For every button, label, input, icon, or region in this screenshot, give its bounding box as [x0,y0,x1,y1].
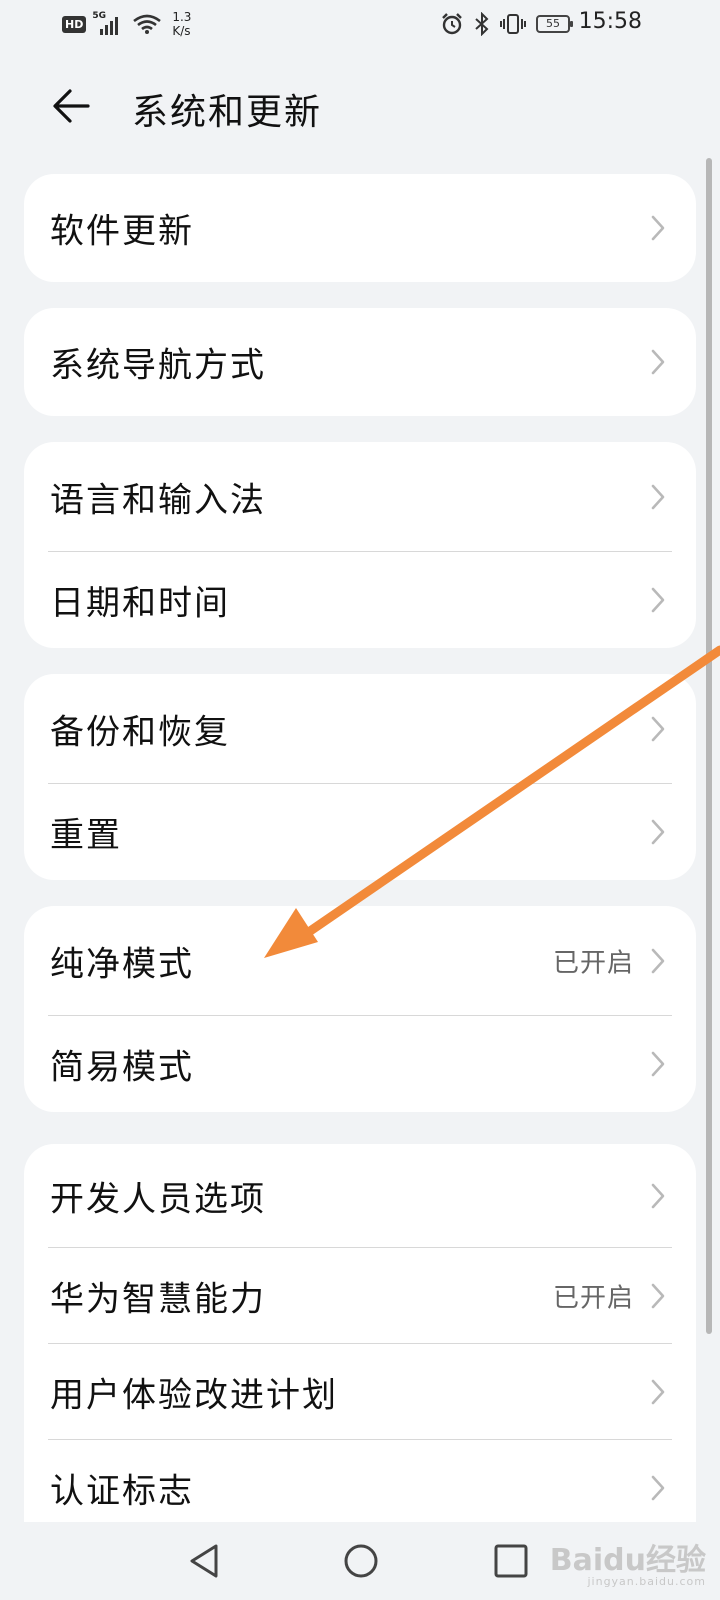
setting-row-simple-mode[interactable]: 简易模式 [24,1016,696,1112]
setting-label: 软件更新 [50,211,194,252]
chevron-right-icon [651,1051,665,1077]
alarm-icon [442,13,462,35]
setting-label: 纯净模式 [50,944,194,985]
chevron-right-icon [651,948,665,974]
scrollbar[interactable] [706,158,712,1334]
setting-label: 系统导航方式 [50,345,266,386]
nav-home-icon[interactable] [334,1534,388,1588]
setting-label: 华为智慧能力 [50,1279,266,1320]
signal-icon: 5G [92,11,126,35]
setting-row-system-navigation[interactable]: 系统导航方式 [24,308,696,416]
vibrate-icon [500,14,526,34]
chevron-right-icon [651,1475,665,1501]
watermark-brand: Baidu经验 [549,1543,706,1578]
settings-group-language-date: 语言和输入法 日期和时间 [24,442,696,648]
net-speed: 1.3 K/s [172,10,191,38]
system-nav-bar: Baidu经验 jingyan.baidu.com [0,1522,720,1600]
chevron-right-icon [651,215,665,241]
setting-row-pure-mode[interactable]: 纯净模式 已开启 [24,906,696,1016]
status-time: 15:58 [578,9,642,34]
setting-row-software-update[interactable]: 软件更新 [24,174,696,282]
chevron-right-icon [651,1183,665,1209]
setting-label: 开发人员选项 [50,1179,266,1220]
watermark-logo: Baidu经验 jingyan.baidu.com [550,1535,706,1588]
chevron-right-icon [651,1283,665,1309]
setting-label: 重置 [50,815,122,856]
settings-group-software: 软件更新 [24,174,696,282]
chevron-right-icon [651,349,665,375]
setting-row-date-time[interactable]: 日期和时间 [24,552,696,648]
settings-group-backup-reset: 备份和恢复 重置 [24,674,696,880]
nav-recents-icon[interactable] [484,1534,538,1588]
net-speed-value: 1.3 [172,10,192,24]
hd-badge: HD [62,15,87,33]
setting-label: 认证标志 [50,1471,194,1512]
net-speed-unit: K/s [172,24,191,38]
chevron-right-icon [651,819,665,845]
setting-status: 已开启 [552,948,634,979]
setting-label: 语言和输入法 [50,480,266,521]
setting-row-huawei-smart[interactable]: 华为智慧能力 已开启 [24,1248,696,1344]
status-left: HD 5G 1.3 K/s [62,10,191,38]
battery-indicator: 55 [536,15,573,33]
setting-status: 已开启 [552,1283,634,1314]
chevron-right-icon [651,1379,665,1405]
setting-label: 简易模式 [50,1047,194,1088]
setting-label: 用户体验改进计划 [50,1375,338,1416]
nav-back-icon[interactable] [180,1534,234,1588]
setting-row-certification[interactable]: 认证标志 [24,1440,696,1522]
back-arrow-icon[interactable] [48,82,96,130]
settings-group-advanced: 开发人员选项 华为智慧能力 已开启 用户体验改进计划 认证标志 [24,1144,696,1522]
setting-row-developer-options[interactable]: 开发人员选项 [24,1144,696,1248]
settings-group-navigation: 系统导航方式 [24,308,696,416]
setting-row-reset[interactable]: 重置 [24,784,696,880]
wifi-icon [133,14,162,34]
chevron-right-icon [651,587,665,613]
status-icons: 55 [440,12,573,36]
bluetooth-icon [475,12,489,36]
setting-row-backup-restore[interactable]: 备份和恢复 [24,674,696,784]
setting-label: 备份和恢复 [50,712,230,753]
setting-row-ux-improvement[interactable]: 用户体验改进计划 [24,1344,696,1440]
page-title: 系统和更新 [132,92,323,133]
chevron-right-icon [651,716,665,742]
status-bar: HD 5G 1.3 K/s 55 15:58 [0,0,720,52]
setting-row-language-input[interactable]: 语言和输入法 [24,442,696,552]
chevron-right-icon [651,484,665,510]
setting-label: 日期和时间 [50,583,230,624]
header: 系统和更新 [0,60,720,150]
settings-group-modes: 纯净模式 已开启 简易模式 [24,906,696,1112]
